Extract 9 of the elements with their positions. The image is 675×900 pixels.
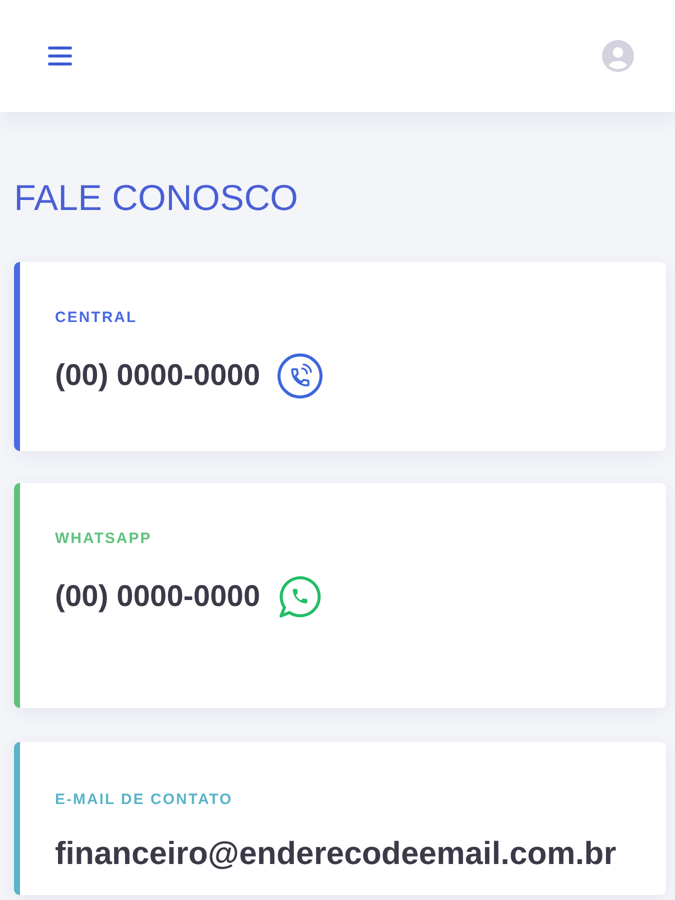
contact-label: E-MAIL DE CONTATO xyxy=(55,791,234,809)
phone-icon[interactable] xyxy=(277,353,324,399)
page-title: FALE CONOSCO xyxy=(14,177,300,218)
phone-number: (00) 0000-0000 xyxy=(55,359,260,393)
phone-number: (00) 0000-0000 xyxy=(55,580,260,614)
menu-icon[interactable] xyxy=(48,46,72,66)
email-address: financeiro@enderecodeemail.com.br xyxy=(55,834,618,873)
contact-label: CENTRAL xyxy=(55,309,138,327)
contact-label: WHATSAPP xyxy=(55,530,153,548)
